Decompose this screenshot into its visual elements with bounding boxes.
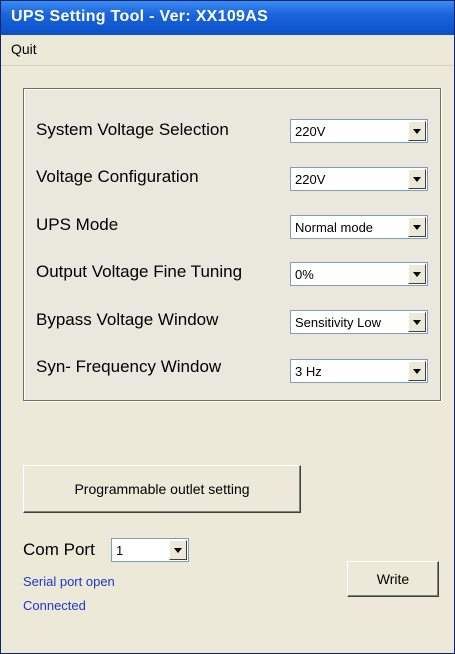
menu-quit[interactable]: Quit bbox=[11, 41, 37, 57]
fine-tuning-select[interactable]: 0% bbox=[290, 262, 428, 286]
ups-mode-select[interactable]: Normal mode bbox=[290, 215, 428, 239]
chevron-down-icon[interactable] bbox=[408, 361, 426, 381]
voltage-config-select[interactable]: 220V bbox=[290, 167, 428, 191]
window-title: UPS Setting Tool - Ver: XX109AS bbox=[11, 8, 269, 25]
chevron-down-icon[interactable] bbox=[408, 264, 426, 284]
bypass-window-label: Bypass Voltage Window bbox=[36, 310, 219, 329]
ups-mode-label: UPS Mode bbox=[36, 215, 119, 234]
system-voltage-select[interactable]: 220V bbox=[290, 119, 428, 143]
port-status-text: Serial port open bbox=[23, 574, 115, 589]
syn-frequency-select[interactable]: 3 Hz bbox=[290, 359, 428, 383]
app-window: UPS Setting Tool - Ver: XX109AS Quit Sys… bbox=[0, 0, 455, 654]
com-port-select[interactable]: 1 bbox=[111, 538, 189, 562]
settings-panel: System Voltage Selection 220V Voltage Co… bbox=[23, 88, 441, 401]
com-port-value: 1 bbox=[116, 543, 124, 558]
voltage-config-value: 220V bbox=[295, 172, 326, 187]
voltage-config-label: Voltage Configuration bbox=[36, 167, 199, 186]
bypass-window-value: Sensitivity Low bbox=[295, 315, 381, 330]
fine-tuning-label: Output Voltage Fine Tuning bbox=[36, 262, 243, 281]
syn-frequency-label: Syn- Frequency Window bbox=[36, 357, 222, 376]
connection-status-text: Connected bbox=[23, 598, 86, 613]
chevron-down-icon[interactable] bbox=[408, 121, 426, 141]
syn-frequency-value: 3 Hz bbox=[295, 364, 322, 379]
bypass-window-select[interactable]: Sensitivity Low bbox=[290, 310, 428, 334]
com-port-label: Com Port bbox=[23, 540, 95, 559]
system-voltage-label: System Voltage Selection bbox=[36, 120, 229, 139]
system-voltage-value: 220V bbox=[295, 124, 326, 139]
fine-tuning-value: 0% bbox=[295, 267, 314, 282]
menu-bar: Quit bbox=[1, 35, 454, 66]
programmable-outlet-button[interactable]: Programmable outlet setting bbox=[23, 465, 301, 513]
chevron-down-icon[interactable] bbox=[169, 540, 187, 560]
write-button[interactable]: Write bbox=[347, 561, 439, 597]
chevron-down-icon[interactable] bbox=[408, 169, 426, 189]
chevron-down-icon[interactable] bbox=[408, 312, 426, 332]
ups-mode-value: Normal mode bbox=[295, 220, 374, 235]
chevron-down-icon[interactable] bbox=[408, 217, 426, 237]
title-bar[interactable]: UPS Setting Tool - Ver: XX109AS bbox=[1, 1, 454, 35]
